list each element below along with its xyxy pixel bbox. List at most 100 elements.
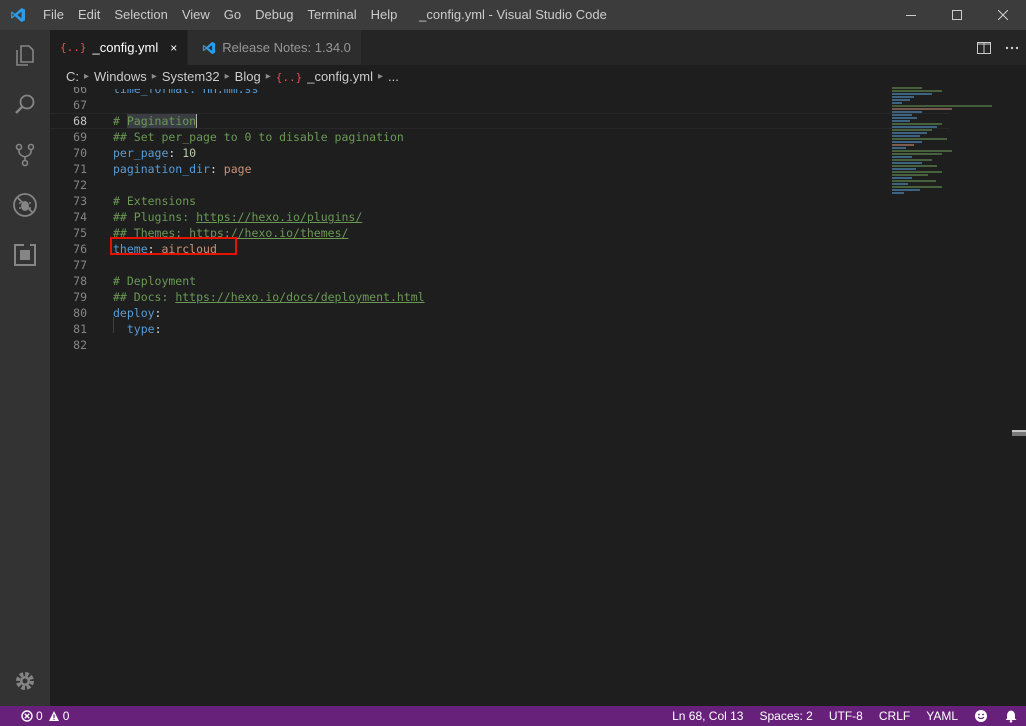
minimap-line <box>892 186 942 188</box>
yaml-key: per_page <box>113 146 169 160</box>
minimap-line <box>892 126 937 128</box>
code-line: deploy: <box>113 306 162 320</box>
explorer-button[interactable] <box>0 30 50 80</box>
vertical-scrollbar[interactable] <box>1012 87 1026 706</box>
docs-link[interactable]: https://hexo.io/docs/deployment.html <box>175 290 424 304</box>
code-line: ## Set per_page to 0 to disable paginati… <box>113 129 886 145</box>
yaml-comment: ## Docs: <box>113 290 176 304</box>
minimap-line <box>892 114 912 116</box>
menu-go[interactable]: Go <box>217 0 248 30</box>
minimap-line <box>892 105 992 107</box>
yaml-key: type <box>126 322 155 336</box>
minimap-line <box>892 111 922 113</box>
breadcrumb-item[interactable]: System32 <box>162 69 220 84</box>
yaml-key: deploy <box>113 306 155 320</box>
minimap-line <box>892 138 947 140</box>
plugins-link[interactable]: https://hexo.io/plugins/ <box>196 210 362 224</box>
minimap-line <box>892 117 917 119</box>
yaml-comment: # Extensions <box>113 194 197 208</box>
line-number: 69 <box>73 130 87 144</box>
menu-edit[interactable]: Edit <box>71 0 107 30</box>
maximize-button[interactable] <box>934 0 980 30</box>
split-editor-button[interactable] <box>970 30 998 65</box>
breadcrumb-item-file[interactable]: {..} _config.yml <box>276 69 373 84</box>
line-number: 73 <box>73 194 87 208</box>
source-control-button[interactable] <box>0 130 50 180</box>
feedback-button[interactable] <box>966 709 996 723</box>
selected-text: Pagination <box>126 114 197 128</box>
minimap-line <box>892 189 920 191</box>
cursor-position[interactable]: Ln 68, Col 13 <box>664 706 751 726</box>
encoding[interactable]: UTF-8 <box>821 706 871 726</box>
code-line: per_page: 10 <box>113 146 197 160</box>
problems-indicator[interactable]: 0 0 <box>18 706 72 726</box>
breadcrumb-item[interactable]: Blog <box>235 69 261 84</box>
line-number: 74 <box>73 210 87 224</box>
scrollbar-thumb[interactable] <box>1012 432 1026 436</box>
line-ending[interactable]: CRLF <box>871 706 918 726</box>
line-number: 80 <box>73 306 87 320</box>
code-editor[interactable]: 66 67 68 69 70 71 72 73 74 75 76 77 78 7… <box>50 87 1026 706</box>
line-number: 82 <box>73 338 87 352</box>
line-number: 70 <box>73 146 87 160</box>
close-window-button[interactable] <box>980 0 1026 30</box>
close-tab-icon[interactable]: × <box>170 41 177 55</box>
manage-button[interactable] <box>0 656 50 706</box>
minimap[interactable] <box>892 87 1012 267</box>
minimap-line <box>892 162 922 164</box>
notifications-button[interactable] <box>996 709 1026 723</box>
breadcrumb-item[interactable]: C: <box>66 69 79 84</box>
minimap-line <box>892 96 914 98</box>
git-branch-icon <box>15 143 35 167</box>
bell-icon <box>1005 710 1017 723</box>
status-left: 0 0 <box>0 706 72 726</box>
minimap-line <box>892 165 937 167</box>
indentation[interactable]: Spaces: 2 <box>751 706 820 726</box>
menu-view[interactable]: View <box>175 0 217 30</box>
menu-terminal[interactable]: Terminal <box>300 0 363 30</box>
minimap-line <box>892 102 902 104</box>
minimap-line <box>892 183 908 185</box>
minimap-line <box>892 180 936 182</box>
annotation-highlight-box <box>110 237 237 255</box>
search-button[interactable] <box>0 80 50 130</box>
chevron-right-icon: ▸ <box>265 70 271 82</box>
minimap-line <box>892 123 942 125</box>
language-mode[interactable]: YAML <box>918 706 966 726</box>
menu-file[interactable]: File <box>36 0 71 30</box>
line-number: 77 <box>73 258 87 272</box>
menu-help[interactable]: Help <box>364 0 405 30</box>
menu-selection[interactable]: Selection <box>107 0 174 30</box>
close-icon <box>998 10 1008 20</box>
tab-label: Release Notes: 1.34.0 <box>222 40 351 55</box>
code-line: # Extensions <box>113 193 886 209</box>
yaml-value: page <box>223 162 252 176</box>
ellipsis-icon <box>1005 46 1019 49</box>
minimap-line <box>892 135 920 137</box>
breadcrumb-item[interactable]: ... <box>388 69 399 84</box>
yaml-comment: ## Plugins: <box>113 210 197 224</box>
line-number: 66 <box>73 87 87 96</box>
line-number: 72 <box>73 178 87 192</box>
minimize-icon <box>906 15 916 16</box>
debug-button[interactable] <box>0 180 50 230</box>
indent-guide <box>113 317 114 333</box>
breadcrumb-item[interactable]: Windows <box>94 69 147 84</box>
tab-release-notes[interactable]: Release Notes: 1.34.0 <box>188 30 362 65</box>
error-icon <box>21 710 33 722</box>
minimap-line <box>892 132 927 134</box>
minimap-line <box>892 141 922 143</box>
minimap-line <box>892 87 922 89</box>
more-actions-button[interactable] <box>998 30 1026 65</box>
extensions-button[interactable] <box>0 230 50 280</box>
minimap-line <box>892 90 942 92</box>
minimap-line <box>892 150 952 152</box>
minimize-button[interactable] <box>888 0 934 30</box>
warning-icon <box>48 711 59 721</box>
tab-config-yml[interactable]: {..} _config.yml × <box>50 30 189 65</box>
yaml-comment: # Deployment <box>113 274 197 288</box>
minimap-line <box>892 93 932 95</box>
menu-debug[interactable]: Debug <box>248 0 300 30</box>
